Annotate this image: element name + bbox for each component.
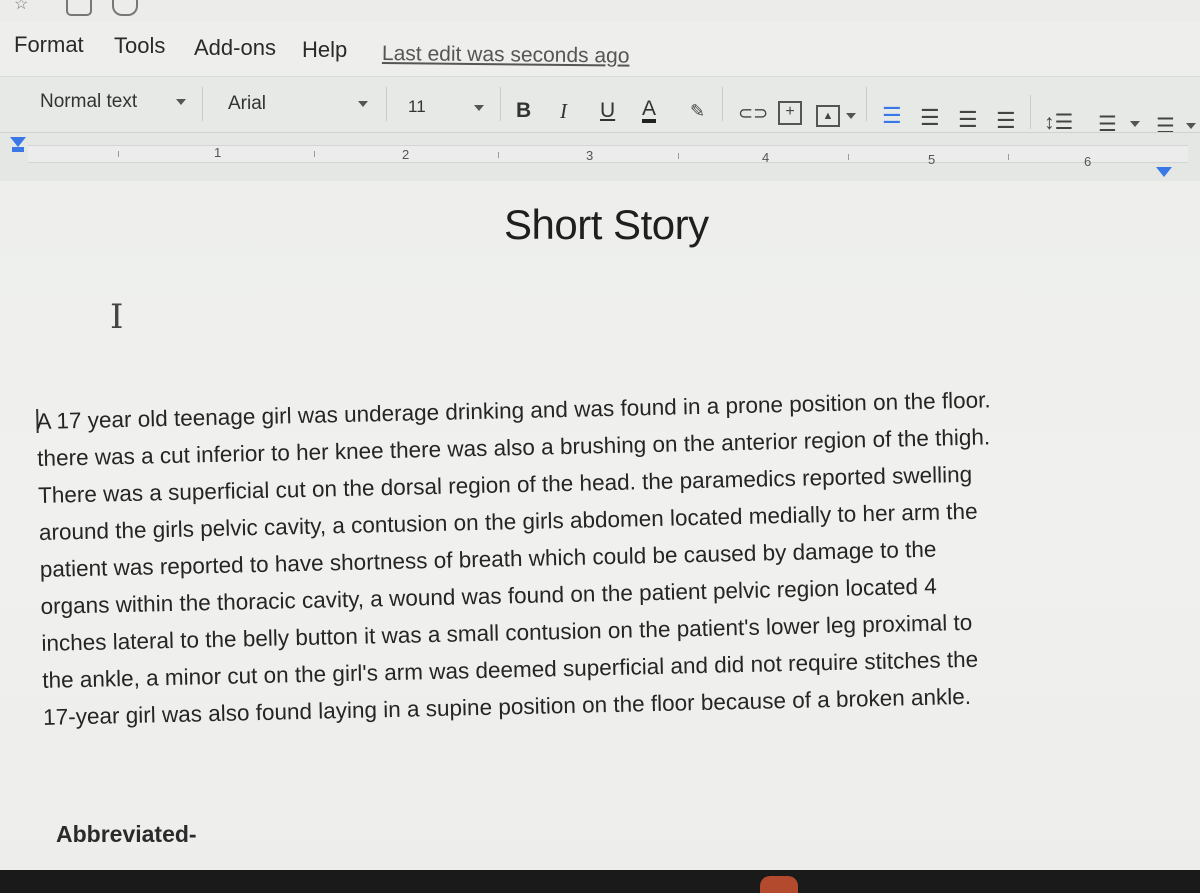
ruler-tick — [678, 153, 679, 159]
align-left-icon[interactable]: ☰ — [882, 103, 902, 129]
chevron-down-icon[interactable] — [176, 99, 186, 105]
chevron-down-icon[interactable] — [846, 113, 856, 119]
ruler-number: 1 — [214, 145, 222, 160]
comment-icon[interactable]: + — [778, 101, 802, 125]
align-center-icon[interactable]: ☰ — [920, 105, 940, 131]
left-indent-marker[interactable] — [10, 137, 26, 147]
document-title: Short Story — [504, 201, 709, 248]
menu-add-ons[interactable]: Add-ons — [194, 35, 276, 61]
toolbar-divider — [1030, 95, 1031, 129]
abbreviated-heading: Abbreviated- — [56, 821, 197, 847]
toolbar-divider — [386, 87, 387, 121]
menu-tools[interactable]: Tools — [114, 33, 165, 59]
font-size-select[interactable]: 11 — [408, 97, 426, 117]
app-icon — [760, 876, 798, 893]
chevron-down-icon[interactable] — [1186, 123, 1196, 129]
toolbar-divider — [866, 87, 867, 121]
align-justify-icon[interactable]: ☰ — [996, 108, 1016, 134]
underline-button[interactable]: U — [600, 99, 615, 123]
highlight-icon[interactable]: ✎ — [690, 101, 705, 122]
ruler-number: 5 — [928, 152, 936, 167]
chevron-down-icon[interactable] — [474, 105, 484, 111]
last-edit-link[interactable]: Last edit was seconds ago — [382, 42, 630, 69]
text-color-button[interactable]: A — [642, 98, 657, 123]
chevron-down-icon[interactable] — [1130, 121, 1140, 127]
ruler-tick — [1008, 154, 1009, 160]
ruler-tick — [498, 152, 499, 158]
ruler-number: 3 — [586, 148, 594, 163]
image-icon[interactable]: ▲ — [816, 105, 840, 127]
bold-button[interactable]: B — [516, 99, 531, 123]
text-cursor-icon: I — [110, 297, 124, 337]
toolbar-divider — [500, 87, 501, 121]
screen-bottom-edge — [0, 870, 1200, 893]
ruler-number: 2 — [402, 147, 410, 162]
move-icon[interactable] — [66, 0, 92, 16]
italic-button[interactable]: I — [560, 99, 567, 124]
window-top-strip: ☆ — [0, 0, 1200, 22]
menu-bar: Format Tools Add-ons Help Last edit was … — [0, 22, 1200, 76]
first-line-indent-marker[interactable] — [12, 147, 24, 152]
menu-format[interactable]: Format — [14, 32, 84, 58]
link-icon[interactable]: ⊂⊃ — [738, 103, 768, 124]
document-page[interactable]: Short Story I A 17 year old teenage girl… — [0, 181, 1200, 893]
ruler-tick — [848, 154, 849, 160]
paragraph-style-select[interactable]: Normal text — [40, 91, 137, 113]
cloud-status-icon[interactable] — [112, 0, 138, 16]
font-select[interactable]: Arial — [228, 93, 266, 115]
ruler-tick — [118, 151, 119, 157]
horizontal-ruler[interactable]: 1 2 3 4 5 6 — [0, 132, 1200, 182]
menu-help[interactable]: Help — [302, 37, 347, 63]
toolbar-divider — [202, 87, 203, 121]
ruler-track: 1 2 3 4 5 6 — [28, 145, 1188, 169]
star-icon[interactable]: ☆ — [14, 0, 28, 14]
ruler-tick — [314, 151, 315, 157]
formatting-toolbar: Normal text Arial 11 B I U A ✎ ⊂⊃ + ▲ ☰ … — [0, 76, 1200, 138]
chevron-down-icon[interactable] — [358, 101, 368, 107]
ruler-number: 6 — [1084, 154, 1092, 169]
align-right-icon[interactable]: ☰ — [958, 107, 978, 133]
document-body[interactable]: A 17 year old teenage girl was underage … — [36, 377, 1193, 736]
toolbar-divider — [722, 87, 723, 121]
right-indent-marker[interactable] — [1156, 167, 1172, 177]
ruler-number: 4 — [762, 150, 770, 165]
